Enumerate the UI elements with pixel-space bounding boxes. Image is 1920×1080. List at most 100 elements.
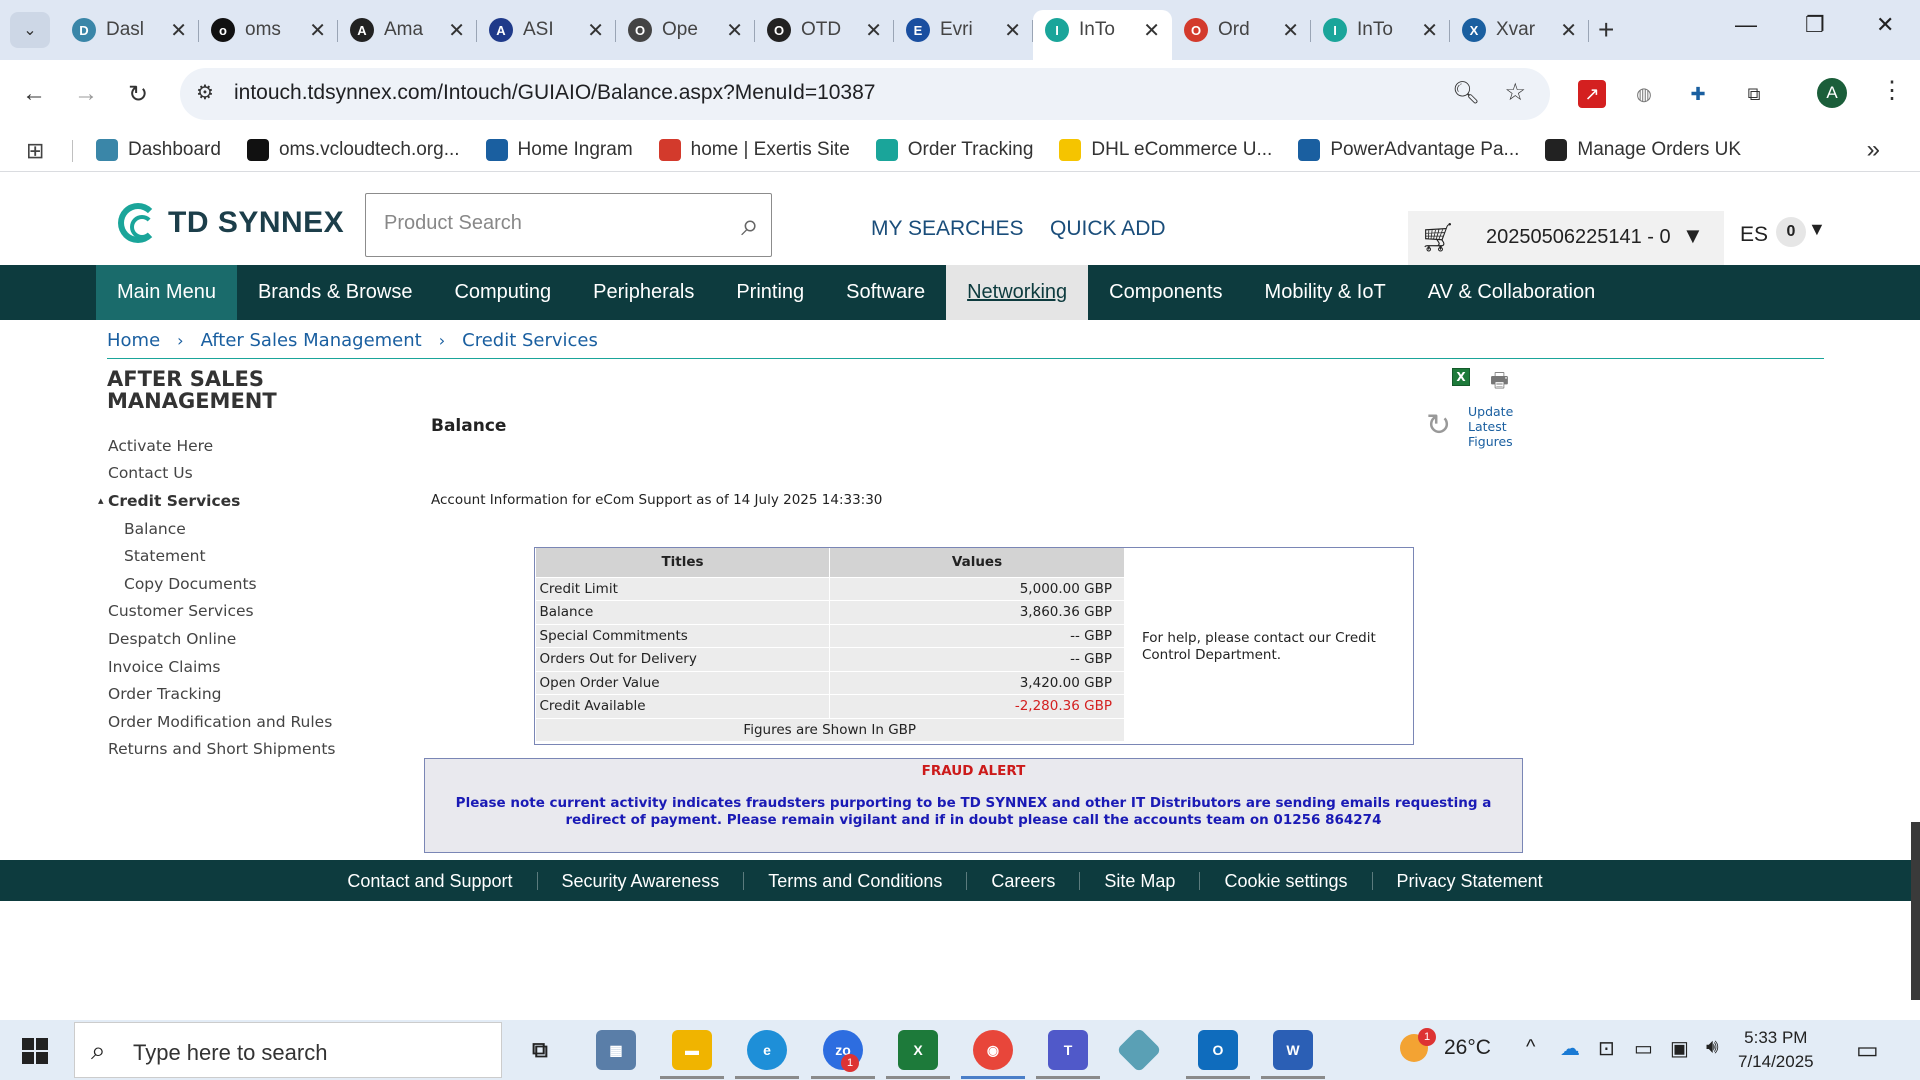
more-bookmarks-icon[interactable]: »	[1867, 136, 1880, 164]
print-icon[interactable]: 🖶︎	[1490, 366, 1514, 392]
td-synnex-logo[interactable]: TD SYNNEX	[118, 203, 344, 243]
page-scrollbar[interactable]	[1911, 822, 1920, 1000]
minimize-icon[interactable]: —	[1735, 12, 1757, 38]
bookmark-item[interactable]: Dashboard	[96, 139, 221, 161]
sidebar-item[interactable]: Invoice Claims	[108, 653, 335, 681]
bookmark-item[interactable]: home | Exertis Site	[658, 139, 850, 161]
nav-item[interactable]: Software	[825, 265, 946, 320]
nav-item[interactable]: Networking	[946, 265, 1089, 320]
forward-arrow-icon[interactable]: →	[74, 80, 98, 108]
app-diamond-icon[interactable]	[1116, 1027, 1162, 1073]
nav-item[interactable]: Peripherals	[572, 265, 715, 320]
tab-close-icon[interactable]: ✕	[726, 18, 743, 43]
product-search-input[interactable]	[384, 212, 704, 235]
chrome-icon[interactable]: ◉	[973, 1030, 1013, 1070]
tab-close-icon[interactable]: ✕	[1004, 18, 1021, 43]
calculator-icon[interactable]: ▦	[596, 1030, 636, 1070]
edge-icon[interactable]: e	[747, 1030, 787, 1070]
bookmark-item[interactable]: DHL eCommerce U...	[1059, 139, 1272, 161]
excel-app-icon[interactable]: X	[898, 1030, 938, 1070]
nav-item[interactable]: Brands & Browse	[237, 265, 434, 320]
pdf-extension-icon[interactable]: ↗	[1578, 80, 1606, 108]
update-latest-figures-link[interactable]: Update Latest Figures	[1468, 404, 1513, 449]
profile-avatar[interactable]: A	[1817, 78, 1847, 108]
nav-item[interactable]: Components	[1088, 265, 1243, 320]
globe-extension-icon[interactable]: ◍	[1630, 80, 1658, 108]
browser-tab[interactable]: A ASI ✕	[477, 10, 616, 50]
browser-tab[interactable]: I InTo ✕	[1033, 10, 1172, 60]
word-icon[interactable]: W	[1273, 1030, 1313, 1070]
quick-add-link[interactable]: QUICK ADD	[1050, 217, 1166, 241]
tab-close-icon[interactable]: ✕	[448, 18, 465, 43]
address-bar[interactable]: ⚙ intouch.tdsynnex.com/Intouch/GUIAIO/Ba…	[180, 68, 1550, 120]
breadcrumb-after-sales[interactable]: After Sales Management	[201, 330, 422, 351]
browser-menu-icon[interactable]: ⋮	[1880, 76, 1904, 105]
teams-icon[interactable]: T	[1048, 1030, 1088, 1070]
reload-icon[interactable]: ↻	[128, 80, 148, 109]
new-tab-plus-icon[interactable]: +	[1598, 14, 1614, 46]
extensions-puzzle-icon[interactable]: ⧉	[1740, 80, 1768, 108]
browser-tab[interactable]: I InTo ✕	[1311, 10, 1450, 50]
sidebar-item[interactable]: Customer Services	[108, 598, 335, 626]
apps-grid-icon[interactable]: ⊞	[26, 138, 44, 164]
browser-tab[interactable]: o oms ✕	[199, 10, 338, 50]
browser-tab[interactable]: O Ope ✕	[616, 10, 755, 50]
tab-close-icon[interactable]: ✕	[865, 18, 882, 43]
site-info-icon[interactable]: ⚙	[196, 80, 214, 105]
sidebar-item[interactable]: Contact Us	[108, 460, 335, 488]
address-url[interactable]: intouch.tdsynnex.com/Intouch/GUIAIO/Bala…	[234, 81, 875, 105]
refresh-icon[interactable]: ↻	[1426, 408, 1456, 443]
browser-tab[interactable]: X Xvar ✕	[1450, 10, 1589, 50]
browser-tab[interactable]: E Evri ✕	[894, 10, 1033, 50]
excel-export-icon[interactable]: X	[1452, 368, 1470, 386]
nav-item[interactable]: Computing	[433, 265, 572, 320]
tab-close-icon[interactable]: ✕	[309, 18, 326, 43]
my-searches-link[interactable]: MY SEARCHES	[871, 217, 1024, 241]
taskbar-search[interactable]: ⌕ Type here to search	[74, 1022, 502, 1078]
tab-close-icon[interactable]: ✕	[170, 18, 187, 43]
tab-close-icon[interactable]: ✕	[1282, 18, 1299, 43]
sidebar-item[interactable]: Returns and Short Shipments	[108, 736, 335, 764]
language-selector[interactable]: ES	[1740, 223, 1768, 247]
nav-item[interactable]: Mobility & IoT	[1244, 265, 1407, 320]
network-icon[interactable]: ▣	[1670, 1036, 1689, 1061]
onedrive-icon[interactable]: ☁	[1560, 1036, 1580, 1061]
network-extension-icon[interactable]: ✚	[1684, 80, 1712, 108]
bookmark-item[interactable]: oms.vcloudtech.org...	[246, 139, 460, 161]
nav-item[interactable]: Printing	[715, 265, 825, 320]
sidebar-item[interactable]: Despatch Online	[108, 625, 335, 653]
nav-item[interactable]: Main Menu	[96, 265, 237, 320]
chevron-up-icon[interactable]: ^	[1526, 1036, 1535, 1059]
task-view-icon[interactable]: ⧉	[520, 1030, 560, 1070]
sidebar-item[interactable]: Balance	[108, 515, 335, 543]
cart-dropdown-icon[interactable]: ▼	[1682, 223, 1704, 249]
tab-close-icon[interactable]: ✕	[1143, 18, 1160, 43]
restore-icon[interactable]: ❐	[1805, 12, 1825, 38]
file-explorer-icon[interactable]: ▬	[672, 1030, 712, 1070]
back-arrow-icon[interactable]: ←	[22, 80, 46, 108]
sidebar-item[interactable]: Credit Services	[98, 487, 335, 515]
search-icon[interactable]: ⌕	[741, 206, 759, 244]
bookmark-star-icon[interactable]: ☆	[1504, 78, 1526, 107]
breadcrumb-credit-services[interactable]: Credit Services	[462, 330, 598, 351]
browser-tab[interactable]: O Ord ✕	[1172, 10, 1311, 50]
volume-icon[interactable]: 🔊︎	[1706, 1036, 1719, 1059]
close-window-icon[interactable]: ✕	[1876, 12, 1894, 38]
breadcrumb-home[interactable]: Home	[107, 330, 160, 351]
windows-start-icon[interactable]	[22, 1038, 48, 1064]
footer-link[interactable]: Contact and Support	[323, 871, 538, 890]
security-icon[interactable]: ⊡	[1598, 1036, 1615, 1061]
system-clock[interactable]: 5:33 PM 7/14/2025	[1738, 1026, 1814, 1074]
browser-tab[interactable]: D Dasl ✕	[60, 10, 199, 50]
tab-search-chevron-icon[interactable]: ⌄	[10, 12, 50, 48]
battery-icon[interactable]: ▭	[1634, 1036, 1653, 1061]
account-dropdown-icon[interactable]: ▼	[1808, 219, 1826, 240]
footer-link[interactable]: Cookie settings	[1200, 871, 1373, 890]
browser-tab[interactable]: A Ama ✕	[338, 10, 477, 50]
notifications-icon[interactable]: ▭	[1856, 1036, 1879, 1065]
zoom-icon[interactable]: 🔍︎	[1452, 80, 1480, 106]
sidebar-item[interactable]: Order Modification and Rules	[108, 708, 335, 736]
cart-selector[interactable]: 🛒︎ 20250506225141 - 0 ▼	[1408, 211, 1724, 265]
outlook-icon[interactable]: O	[1198, 1030, 1238, 1070]
footer-link[interactable]: Security Awareness	[538, 871, 745, 890]
